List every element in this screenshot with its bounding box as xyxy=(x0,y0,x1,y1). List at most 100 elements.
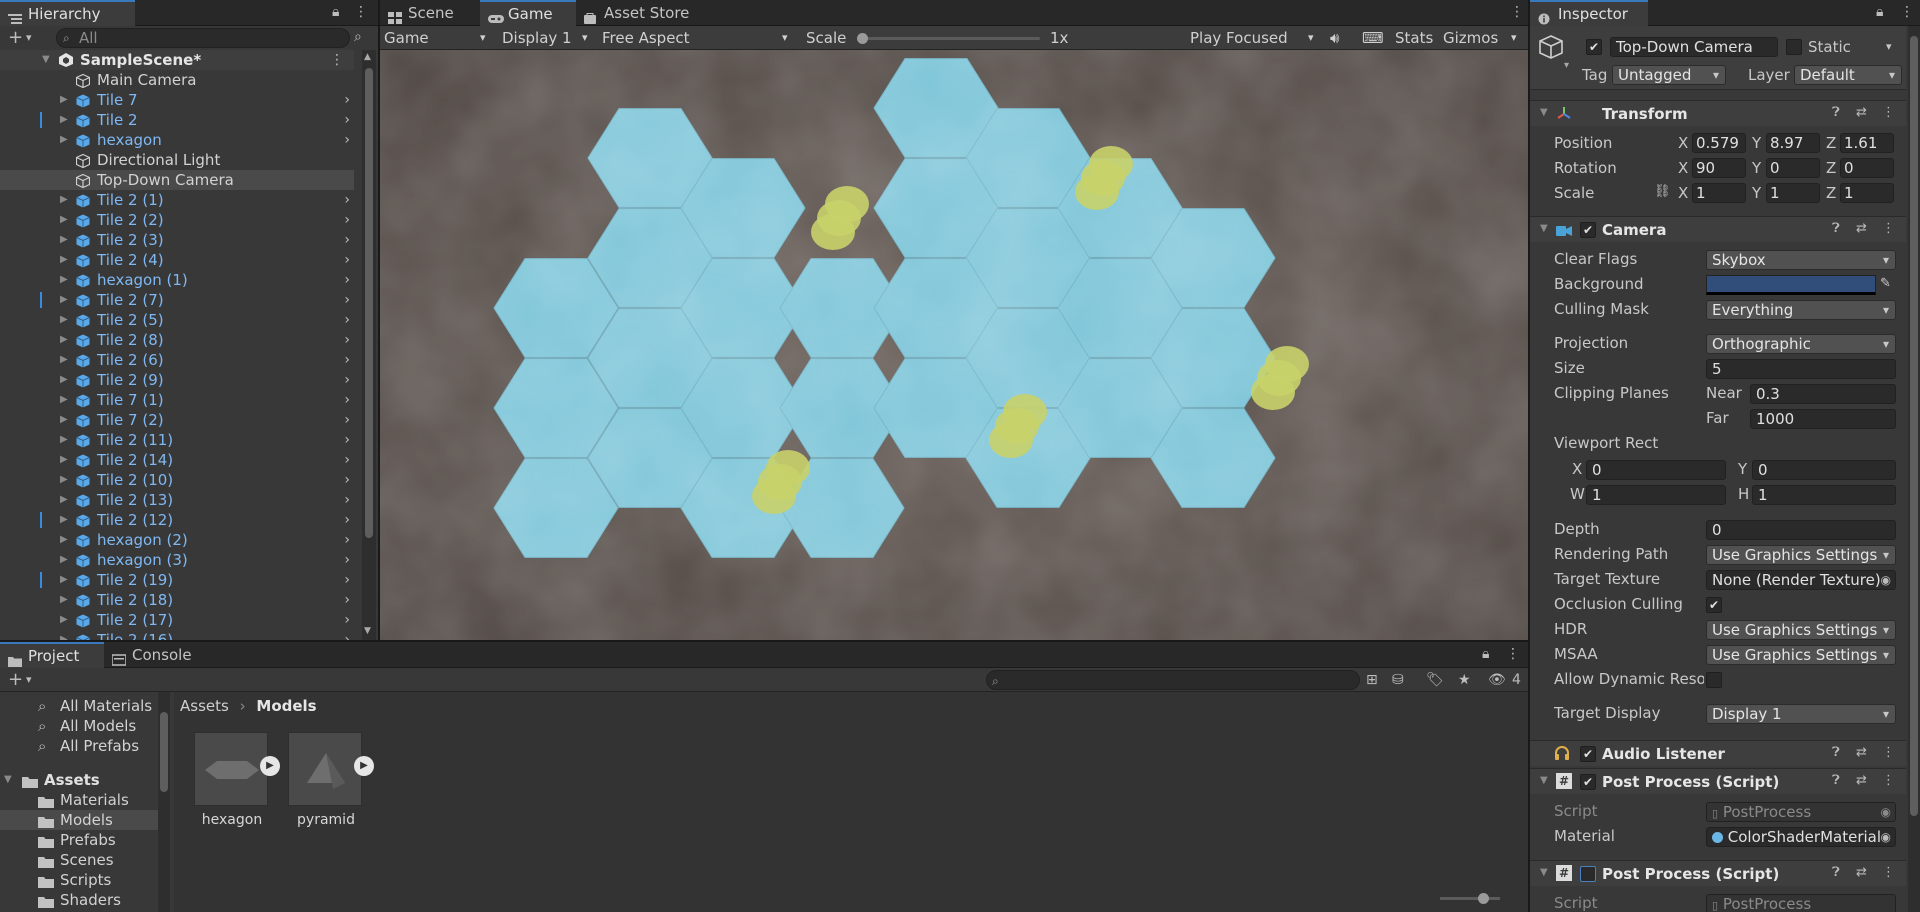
view-mode-dropdown[interactable]: Game ▾ xyxy=(384,26,494,50)
eyedropper-icon[interactable]: ✎ xyxy=(1880,276,1891,291)
rotation-y-field[interactable]: 0 xyxy=(1766,158,1820,178)
hierarchy-item[interactable]: ▶ hexagon (1) › xyxy=(0,270,354,290)
chevron-right-icon[interactable]: › xyxy=(344,190,350,210)
presets-icon[interactable]: ⇄ xyxy=(1856,221,1867,236)
hierarchy-item[interactable]: ▶ Tile 2 (18) › xyxy=(0,590,354,610)
lock-icon[interactable]: 🔒︎ xyxy=(332,5,339,19)
expand-arrow-icon[interactable]: ▶ xyxy=(60,570,68,590)
target-texture-field[interactable]: None (Render Texture) ◉ xyxy=(1706,570,1896,590)
object-picker-icon[interactable]: ◉ xyxy=(1881,828,1891,846)
search-by-type-icon[interactable]: ⊞ xyxy=(1366,673,1378,687)
folder-item[interactable]: Materials xyxy=(0,790,158,810)
presets-icon[interactable]: ⇄ xyxy=(1856,745,1867,760)
expand-arrow-icon[interactable]: ▶ xyxy=(60,430,68,450)
hierarchy-item[interactable]: Directional Light xyxy=(0,150,354,170)
expand-arrow-icon[interactable]: ▶ xyxy=(60,130,68,150)
hierarchy-item[interactable]: ▶ Tile 2 (2) › xyxy=(0,210,354,230)
chevron-right-icon[interactable]: › xyxy=(344,270,350,290)
expand-arrow-icon[interactable]: ▶ xyxy=(60,610,68,630)
tab-scene[interactable]: Scene xyxy=(380,0,480,26)
hierarchy-item[interactable]: ▶ Tile 7 (2) › xyxy=(0,410,354,430)
chevron-right-icon[interactable]: › xyxy=(344,310,350,330)
scroll-up-icon[interactable]: ▲ xyxy=(364,52,371,62)
dynamic-resolution-checkbox[interactable] xyxy=(1706,672,1722,688)
folder-item[interactable]: Prefabs xyxy=(0,830,158,850)
gizmos-button[interactable]: Gizmos xyxy=(1443,26,1498,50)
viewport-w-field[interactable]: 1 xyxy=(1586,485,1726,505)
camera-enabled-checkbox[interactable]: ✔ xyxy=(1580,222,1596,238)
expand-arrow-icon[interactable]: ▶ xyxy=(60,210,68,230)
tab-console[interactable]: Console xyxy=(104,642,214,668)
expand-arrow-icon[interactable]: ▼ xyxy=(1540,867,1548,878)
viewport-y-field[interactable]: 0 xyxy=(1752,460,1896,480)
file-hexagon[interactable]: ▶ hexagon xyxy=(192,732,280,832)
add-icon[interactable]: + xyxy=(8,29,23,47)
hierarchy-item[interactable]: ▶ Tile 2 (5) › xyxy=(0,310,354,330)
chevron-right-icon[interactable]: › xyxy=(344,610,350,630)
viewport-h-field[interactable]: 1 xyxy=(1752,485,1896,505)
assets-root-row[interactable]: ▼ Assets xyxy=(0,770,160,790)
aspect-dropdown[interactable]: Free Aspect ▾ xyxy=(602,26,798,50)
hierarchy-item[interactable]: ▶ Tile 2 (6) › xyxy=(0,350,354,370)
chevron-down-icon[interactable]: ▾ xyxy=(1511,26,1517,50)
tab-asset-store[interactable]: Asset Store xyxy=(576,0,706,26)
help-icon[interactable]: ❓︎ xyxy=(1832,773,1840,788)
expand-arrow-icon[interactable]: ▶ xyxy=(60,230,68,250)
more-menu-icon[interactable]: ⋮ xyxy=(1882,865,1895,880)
hierarchy-item[interactable]: ▶ Tile 2 (12) › xyxy=(0,510,354,530)
expand-arrow-icon[interactable]: ▶ xyxy=(60,350,68,370)
expand-arrow-icon[interactable]: ▶ xyxy=(60,590,68,610)
expand-arrow-icon[interactable]: ▶ xyxy=(60,250,68,270)
tab-inspector[interactable]: Inspector xyxy=(1530,0,1648,26)
breadcrumb-assets[interactable]: Assets xyxy=(180,697,229,715)
folder-item[interactable]: Scripts xyxy=(0,870,158,890)
hidden-eye-icon[interactable]: 👁︎ xyxy=(1488,673,1506,687)
object-picker-icon[interactable]: ◉ xyxy=(1881,571,1891,589)
scale-slider-thumb[interactable] xyxy=(857,33,868,44)
chevron-right-icon[interactable]: › xyxy=(344,90,350,110)
transform-header[interactable]: ▼ Transform ❓︎ ⇄ ⋮ xyxy=(1530,100,1906,126)
hierarchy-item[interactable]: ▶ Tile 2 (11) › xyxy=(0,430,354,450)
zoom-slider[interactable] xyxy=(1440,893,1500,904)
add-icon[interactable]: + xyxy=(8,671,23,689)
hierarchy-item[interactable]: ▶ hexagon (3) › xyxy=(0,550,354,570)
far-field[interactable]: 1000 xyxy=(1750,409,1896,429)
hierarchy-item[interactable]: ▶ Tile 2 (14) › xyxy=(0,450,354,470)
chevron-right-icon[interactable]: › xyxy=(344,250,350,270)
chevron-right-icon[interactable]: › xyxy=(344,570,350,590)
expand-arrow-icon[interactable]: ▶ xyxy=(60,190,68,210)
expand-arrow-icon[interactable]: ▶ xyxy=(60,530,68,550)
expand-arrow-icon[interactable]: ▼ xyxy=(1540,775,1548,786)
stats-button[interactable]: Stats xyxy=(1395,26,1433,50)
expand-arrow-icon[interactable]: ▼ xyxy=(4,770,12,790)
culling-mask-dropdown[interactable]: Everything xyxy=(1706,300,1896,320)
chevron-right-icon[interactable]: › xyxy=(344,330,350,350)
display-dropdown[interactable]: Display 1 ▾ xyxy=(502,26,598,50)
post-process-header-1[interactable]: ▼ # ✔ Post Process (Script) ❓︎ ⇄ ⋮ xyxy=(1530,768,1906,794)
chevron-right-icon[interactable]: › xyxy=(344,510,350,530)
size-field[interactable]: 5 xyxy=(1706,359,1896,379)
scene-row[interactable]: ▼ SampleScene* ⋮ xyxy=(0,50,354,70)
audio-listener-header[interactable]: ✔ Audio Listener ❓︎ ⇄ ⋮ xyxy=(1530,740,1906,766)
expand-arrow-icon[interactable]: ▶ xyxy=(60,90,68,110)
chevron-right-icon[interactable]: › xyxy=(344,630,350,640)
scroll-down-icon[interactable]: ▼ xyxy=(364,626,371,636)
position-z-field[interactable]: 1.61 xyxy=(1840,133,1894,153)
background-color-swatch[interactable] xyxy=(1706,275,1876,295)
presets-icon[interactable]: ⇄ xyxy=(1856,773,1867,788)
tree-scrollbar[interactable] xyxy=(158,692,170,912)
hierarchy-item[interactable]: ▶ Tile 2 (9) › xyxy=(0,370,354,390)
chevron-right-icon[interactable]: › xyxy=(344,130,350,150)
tab-project[interactable]: Project xyxy=(0,642,104,668)
active-checkbox[interactable]: ✔ xyxy=(1586,39,1602,55)
chevron-right-icon[interactable]: › xyxy=(344,530,350,550)
chevron-right-icon[interactable]: › xyxy=(344,350,350,370)
chevron-right-icon[interactable]: › xyxy=(344,490,350,510)
more-menu-icon[interactable]: ⋮ xyxy=(354,5,368,19)
expand-arrow-icon[interactable]: ▶ xyxy=(60,330,68,350)
help-icon[interactable]: ❓︎ xyxy=(1832,105,1840,120)
help-icon[interactable]: ❓︎ xyxy=(1832,745,1840,760)
expand-arrow-icon[interactable]: ▶ xyxy=(60,390,68,410)
speaker-icon[interactable]: 🔊︎ xyxy=(1330,26,1339,50)
hierarchy-item[interactable]: ▶ Tile 2 (7) › xyxy=(0,290,354,310)
